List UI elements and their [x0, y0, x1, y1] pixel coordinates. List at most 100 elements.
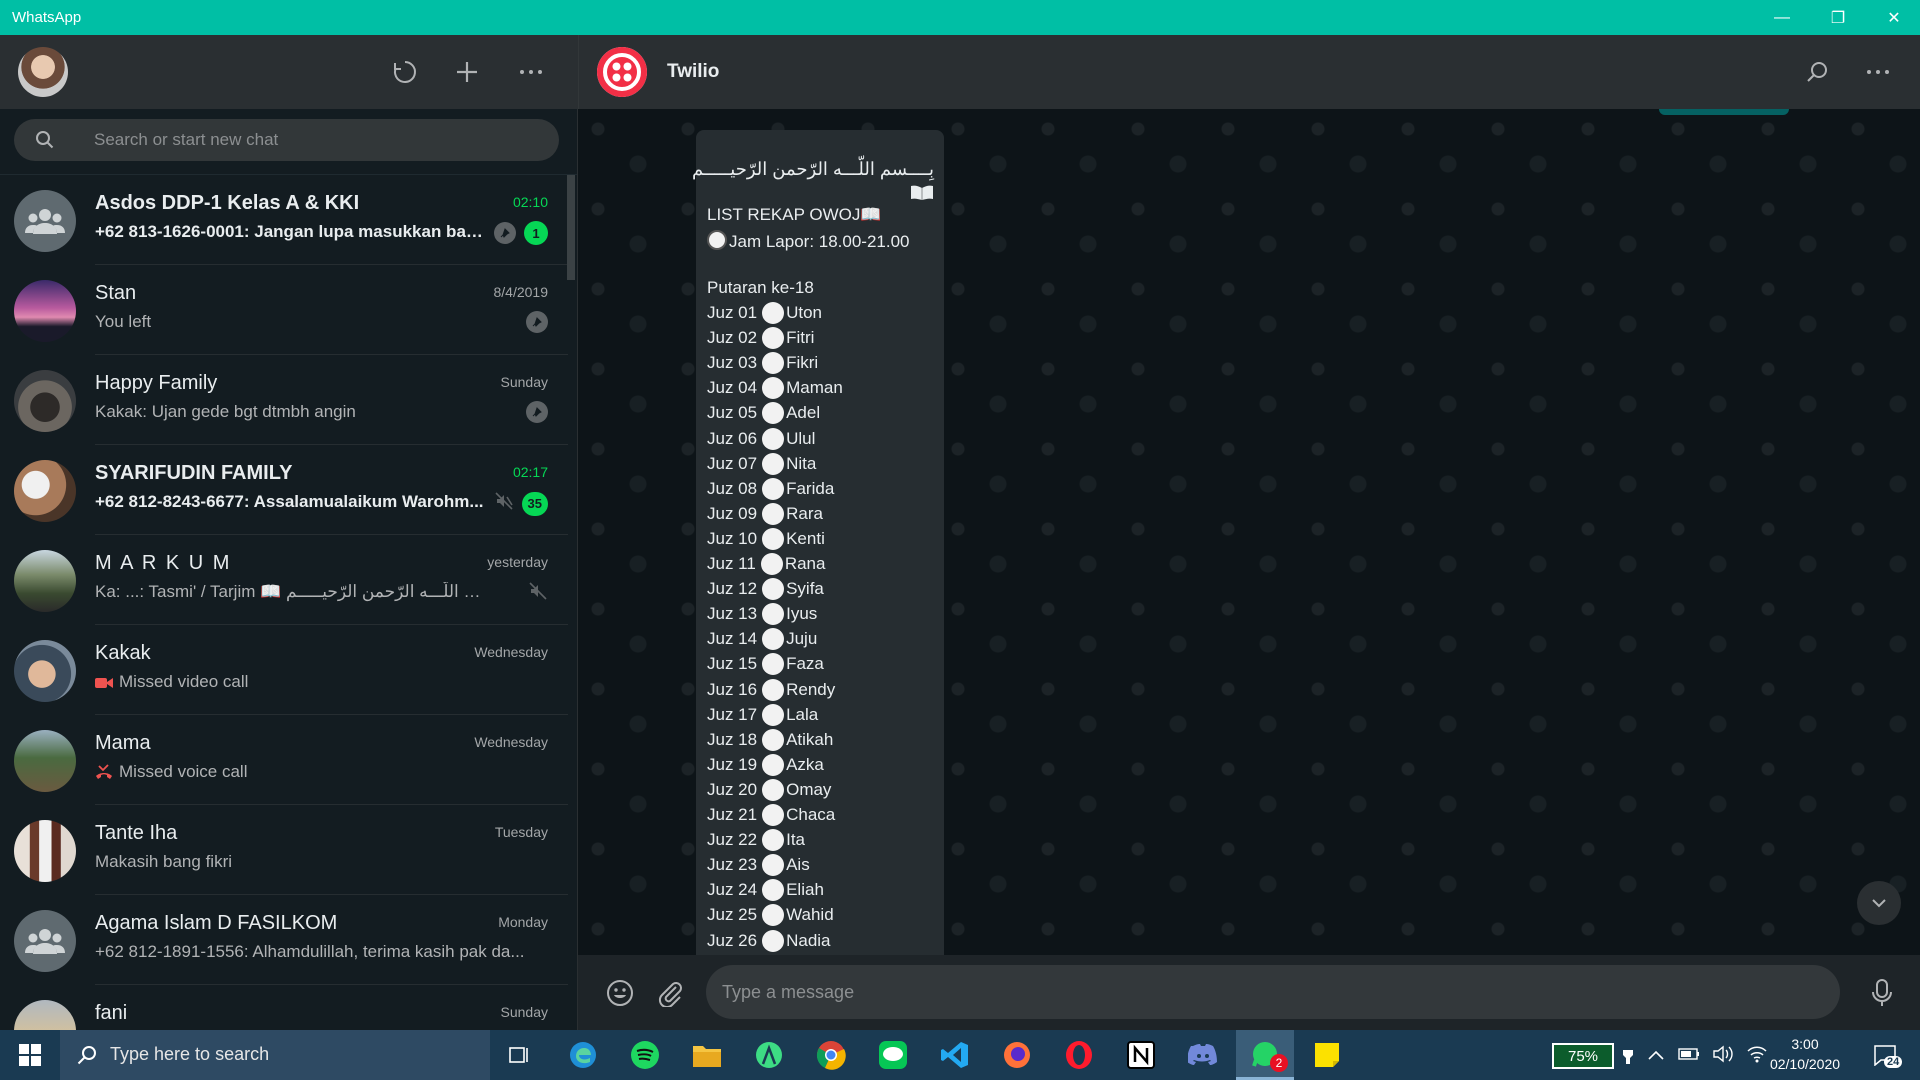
juz-row: Juz 07 Nita — [707, 452, 816, 475]
chat-item-markum[interactable]: M A R K U M yesterday Ka: ...: Tasmi' / … — [0, 535, 568, 625]
chat-name: Tante Iha — [95, 822, 178, 844]
juz-reader-name: Farida — [786, 478, 835, 498]
white-circle-icon — [762, 502, 785, 525]
edge-icon[interactable] — [554, 1030, 612, 1080]
sticky-notes-icon[interactable] — [1298, 1030, 1356, 1080]
chat-item-mama[interactable]: Mama Wednesday Missed voice call — [0, 715, 568, 805]
juz-row: Juz 25 Wahid — [707, 904, 834, 927]
volume-icon[interactable] — [1712, 1045, 1734, 1066]
message-bubble[interactable]: بِــــسم اللّـــه الرّحمن الرّحيـــــم L… — [692, 130, 944, 960]
avatar — [14, 640, 76, 702]
whatsapp-taskbar-icon[interactable]: 2 — [1236, 1030, 1294, 1080]
battery-icon[interactable] — [1678, 1047, 1700, 1064]
chat-item-syarifudin-family[interactable]: SYARIFUDIN FAMILY 02:17 +62 812-8243-667… — [0, 445, 568, 535]
notion-icon[interactable] — [1112, 1030, 1170, 1080]
opera-icon[interactable] — [1050, 1030, 1108, 1080]
minimize-button[interactable]: — — [1754, 0, 1810, 35]
juz-reader-name: Atikah — [786, 729, 834, 749]
windows-start-button[interactable] — [0, 1030, 60, 1080]
search-icon — [34, 129, 56, 156]
chat-item-stan[interactable]: Stan 8/4/2019 You left — [0, 265, 568, 355]
taskbar-clock[interactable]: 3:00 02/10/2020 — [1760, 1034, 1850, 1074]
avatar — [14, 1000, 76, 1030]
juz-row: Juz 16 Rendy — [707, 678, 835, 701]
chat-name: Asdos DDP-1 Kelas A & KKI — [95, 192, 360, 214]
message-input[interactable] — [706, 965, 1840, 1019]
avatar — [14, 280, 76, 342]
android-studio-icon[interactable] — [740, 1030, 798, 1080]
juz-reader-name: Ita — [786, 830, 805, 850]
chat-item-agama-islam[interactable]: Agama Islam D FASILKOM Monday +62 812-18… — [0, 895, 568, 985]
juz-row: Juz 04 Maman — [707, 377, 843, 400]
white-circle-icon — [762, 352, 785, 375]
chat-time: Tuesday — [494, 824, 548, 840]
chat-preview: Makasih bang fikri — [95, 852, 233, 871]
task-view-icon[interactable] — [490, 1030, 548, 1080]
juz-label: Juz 13 — [707, 604, 758, 624]
juz-row: Juz 26 Nadia — [707, 929, 831, 952]
status-icon[interactable] — [388, 55, 422, 89]
muted-icon — [528, 581, 548, 606]
juz-row: Juz 08 Farida — [707, 477, 835, 500]
conversation-menu-icon[interactable] — [1861, 55, 1895, 89]
chevron-up-icon[interactable] — [1648, 1047, 1664, 1063]
juz-reader-name: Maman — [786, 378, 843, 398]
microphone-icon[interactable] — [1864, 975, 1900, 1011]
white-circle-icon — [762, 879, 785, 902]
attach-icon[interactable] — [652, 975, 688, 1011]
line-icon[interactable] — [864, 1030, 922, 1080]
close-button[interactable]: ✕ — [1866, 0, 1920, 35]
search-box[interactable] — [14, 119, 559, 161]
vscode-icon[interactable] — [926, 1030, 984, 1080]
action-center-icon[interactable]: 24 — [1870, 1040, 1903, 1070]
spotify-icon[interactable] — [616, 1030, 674, 1080]
white-circle-icon — [762, 302, 785, 324]
chat-preview: Missed video call — [95, 672, 485, 692]
app-title: WhatsApp — [12, 9, 82, 26]
chat-item-fani[interactable]: fani Sunday — [0, 985, 568, 1030]
juz-row: Juz 17 Lala — [707, 703, 818, 726]
menu-icon[interactable] — [514, 55, 548, 89]
juz-label: Juz 19 — [707, 754, 758, 774]
chat-name: Agama Islam D FASILKOM — [95, 912, 338, 934]
chat-item-asdos[interactable]: Asdos DDP-1 Kelas A & KKI 02:10 +62 813-… — [0, 175, 568, 265]
juz-row: Juz 22 Ita — [707, 829, 805, 852]
chat-time: Sunday — [500, 1004, 548, 1020]
scroll-down-button[interactable] — [1857, 881, 1901, 925]
white-circle-icon — [762, 753, 785, 776]
emoji-icon[interactable] — [602, 975, 638, 1011]
discord-icon[interactable] — [1174, 1030, 1232, 1080]
windows-icon — [19, 1044, 41, 1066]
white-circle-icon — [762, 778, 785, 801]
white-circle-icon — [762, 829, 785, 852]
juz-row: Juz 20 Omay — [707, 778, 831, 801]
search-input[interactable] — [94, 119, 534, 161]
taskbar-search[interactable]: Type here to search — [60, 1030, 490, 1080]
juz-row: Juz 15 Faza — [707, 653, 824, 676]
chrome-icon[interactable] — [802, 1030, 860, 1080]
battery-indicator[interactable]: 75% — [1552, 1043, 1614, 1069]
chat-preview: +62 812-8243-6677: Assalamualaikum Waroh… — [95, 492, 484, 511]
chat-item-tante-iha[interactable]: Tante Iha Tuesday Makasih bang fikri — [0, 805, 568, 895]
chat-preview: Ka: ...: Tasmi' / Tarjim 📖 بِــــسم اللّ… — [95, 582, 485, 601]
firefox-icon[interactable] — [988, 1030, 1046, 1080]
white-circle-icon — [762, 678, 785, 701]
conversation-header[interactable]: Twilio — [578, 35, 1920, 109]
juz-label: Juz 04 — [707, 378, 758, 398]
chat-item-kakak[interactable]: Kakak Wednesday Missed video call — [0, 625, 568, 715]
twilio-logo-icon[interactable] — [597, 47, 647, 97]
file-explorer-icon[interactable] — [678, 1030, 736, 1080]
new-chat-icon[interactable] — [450, 55, 484, 89]
juz-row: Juz 01 Uton — [707, 302, 822, 324]
chat-item-happy-family[interactable]: Happy Family Sunday Kakak: Ujan gede bgt… — [0, 355, 568, 445]
my-avatar[interactable] — [18, 47, 68, 97]
juz-row: Juz 03 Fikri — [707, 352, 818, 375]
juz-label: Juz 14 — [707, 629, 758, 649]
juz-reader-name: Faza — [786, 654, 824, 674]
search-messages-icon[interactable] — [1800, 55, 1834, 89]
group-icon — [25, 929, 65, 954]
book-icon — [910, 184, 934, 205]
restore-button[interactable]: ❐ — [1810, 0, 1866, 35]
white-circle-icon — [762, 728, 785, 751]
chat-list-scrollbar[interactable] — [567, 175, 575, 280]
